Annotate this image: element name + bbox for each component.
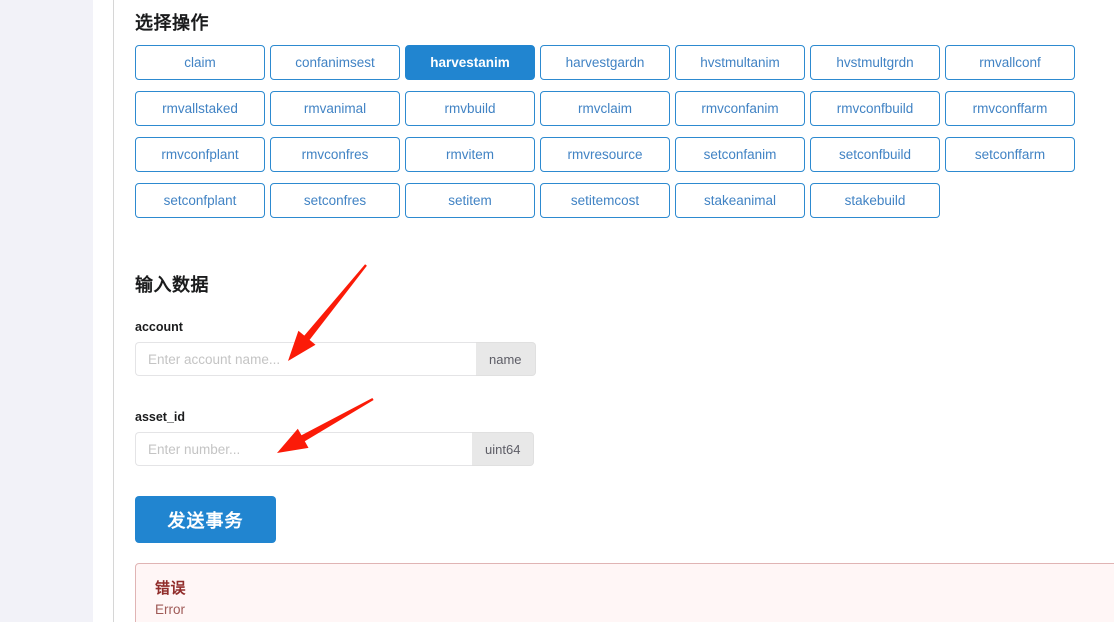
action-button-setconfplant[interactable]: setconfplant xyxy=(135,183,265,218)
actions-section-heading: 选择操作 xyxy=(135,13,209,33)
asset-id-field-label: asset_id xyxy=(135,410,186,424)
action-button-setitemcost[interactable]: setitemcost xyxy=(540,183,670,218)
account-input[interactable] xyxy=(135,342,476,376)
error-panel: 错误 Error xyxy=(135,563,1114,622)
action-button-setconfanim[interactable]: setconfanim xyxy=(675,137,805,172)
action-button-rmvconfanim[interactable]: rmvconfanim xyxy=(675,91,805,126)
action-button-stakebuild[interactable]: stakebuild xyxy=(810,183,940,218)
action-button-setconfres[interactable]: setconfres xyxy=(270,183,400,218)
send-transaction-button[interactable]: 发送事务 xyxy=(135,496,276,543)
action-button-rmvanimal[interactable]: rmvanimal xyxy=(270,91,400,126)
main-content: 选择操作 claim confanimsest harvestanim harvest… xyxy=(114,0,1114,622)
action-button-rmvconfres[interactable]: rmvconfres xyxy=(270,137,400,172)
action-button-setitem[interactable]: setitem xyxy=(405,183,535,218)
action-button-rmvallconf[interactable]: rmvallconf xyxy=(945,45,1075,80)
action-button-rmvconfplant[interactable]: rmvconfplant xyxy=(135,137,265,172)
account-field-row: name xyxy=(135,342,536,376)
action-button-rmvitem[interactable]: rmvitem xyxy=(405,137,535,172)
action-button-hvstmultgrdn[interactable]: hvstmultgrdn xyxy=(810,45,940,80)
action-button-setconffarm[interactable]: setconffarm xyxy=(945,137,1075,172)
left-sidebar-rail xyxy=(0,0,93,622)
asset-id-field-row: uint64 xyxy=(135,432,535,466)
action-button-rmvconffarm[interactable]: rmvconffarm xyxy=(945,91,1075,126)
action-button-rmvbuild[interactable]: rmvbuild xyxy=(405,91,535,126)
asset-id-type-suffix: uint64 xyxy=(472,432,535,466)
action-button-rmvresource[interactable]: rmvresource xyxy=(540,137,670,172)
error-title: 错误 xyxy=(155,580,187,597)
action-button-rmvclaim[interactable]: rmvclaim xyxy=(540,91,670,126)
error-message: Error xyxy=(155,602,185,617)
action-button-harvestanim[interactable]: harvestanim xyxy=(405,45,535,80)
action-button-confanimsest[interactable]: confanimsest xyxy=(270,45,400,80)
action-button-rmvconfbuild[interactable]: rmvconfbuild xyxy=(810,91,940,126)
account-type-suffix: name xyxy=(476,342,536,376)
action-button-grid: claim confanimsest harvestanim harvestgardn… xyxy=(135,45,1087,218)
action-button-claim[interactable]: claim xyxy=(135,45,265,80)
action-button-setconfbuild[interactable]: setconfbuild xyxy=(810,137,940,172)
action-button-rmvallstaked[interactable]: rmvallstaked xyxy=(135,91,265,126)
asset-id-input[interactable] xyxy=(135,432,472,466)
action-button-hvstmultanim[interactable]: hvstmultanim xyxy=(675,45,805,80)
action-button-harvestgardn[interactable]: harvestgardn xyxy=(540,45,670,80)
account-field-label: account xyxy=(135,320,183,334)
inputs-section-heading: 输入数据 xyxy=(135,275,209,295)
action-button-stakeanimal[interactable]: stakeanimal xyxy=(675,183,805,218)
sidebar-gap xyxy=(93,0,113,622)
